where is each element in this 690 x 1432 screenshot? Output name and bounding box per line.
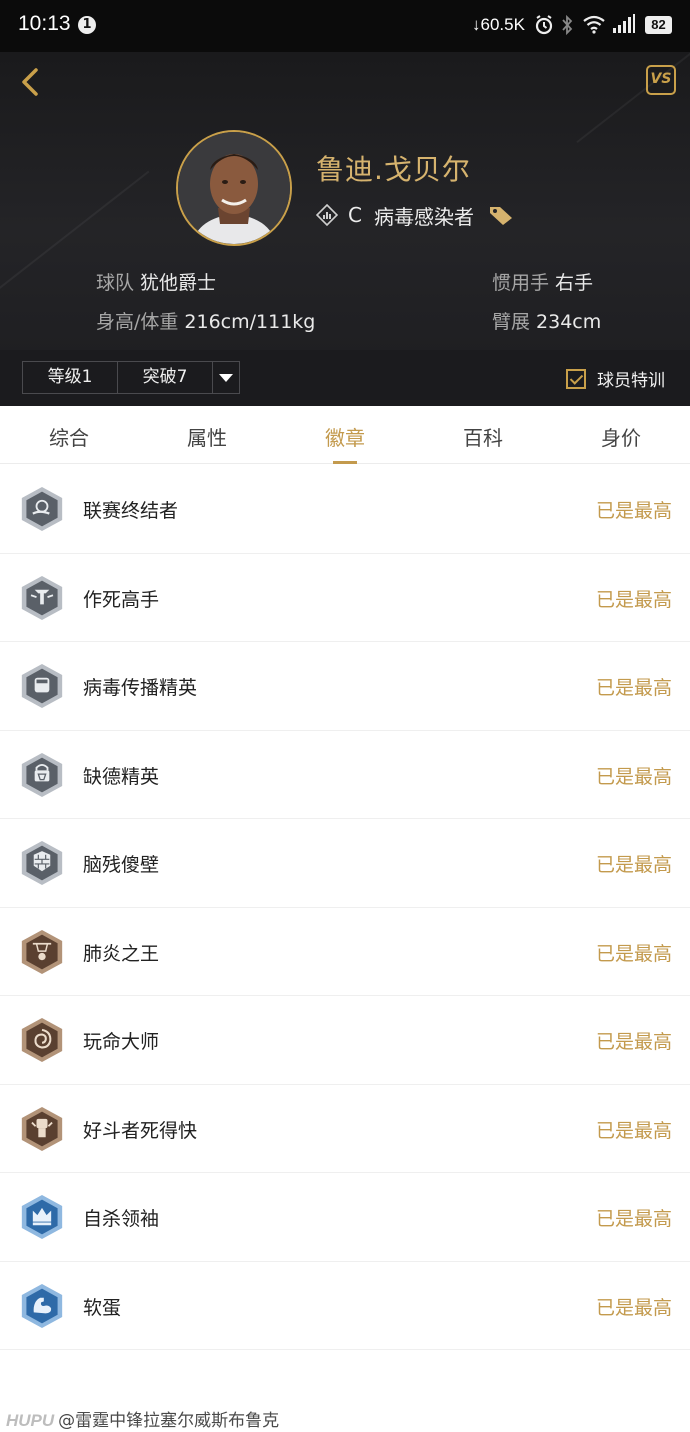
tab-label: 百科: [463, 426, 503, 450]
wingspan-value: 234cm: [536, 311, 602, 333]
hand-info: 惯用手 右手: [492, 268, 593, 295]
tag-icon[interactable]: [488, 204, 514, 226]
hand-label: 惯用手: [492, 272, 550, 294]
wifi-icon: [583, 15, 605, 34]
badge-name: 自杀领袖: [83, 1208, 160, 1230]
dropdown-toggle[interactable]: [213, 362, 239, 393]
player-position: C: [348, 203, 362, 227]
team-value: 犹他爵士: [140, 272, 217, 294]
badge-status: 已是最高: [595, 1208, 672, 1230]
breakthrough-select[interactable]: 突破7: [118, 362, 213, 393]
body-value: 216cm/111kg: [184, 311, 316, 333]
winged-emblem-icon: [21, 575, 63, 620]
brick-wall-icon: [21, 841, 63, 885]
network-speed: ↓60.5K: [472, 15, 525, 34]
body-label: 身高/体重: [96, 311, 179, 333]
wingspan-label: 臂展: [492, 311, 531, 333]
spiral-icon: [21, 1018, 63, 1062]
badge-status: 已是最高: [595, 1031, 672, 1053]
muscle-arm-icon: [21, 1283, 63, 1328]
badge-status: 已是最高: [595, 677, 672, 699]
training-toggle[interactable]: 球员特训: [566, 366, 665, 391]
badge-status: 已是最高: [595, 765, 672, 788]
wingspan-info: 臂展 234cm: [492, 307, 601, 334]
badge-name: 病毒传播精英: [83, 677, 198, 699]
level-select[interactable]: 等级1: [23, 362, 118, 393]
level-selector: 等级1 突破7: [22, 361, 240, 394]
badge-name: 作死高手: [83, 588, 160, 611]
tab-value[interactable]: 身价: [581, 422, 661, 451]
badge-row[interactable]: 肺炎之王 已是最高: [0, 908, 690, 996]
hupu-logo: HUPU: [6, 1411, 55, 1430]
crown-icon: [21, 1195, 63, 1239]
badge-status: 已是最高: [595, 500, 672, 522]
hoop-icon: [21, 929, 63, 974]
lock-hoop-icon: [21, 752, 63, 797]
badge-name: 脑残傻壁: [83, 854, 160, 876]
tab-badges[interactable]: 徽章: [305, 422, 385, 464]
team-info: 球队 犹他爵士: [96, 268, 216, 295]
tab-overview[interactable]: 综合: [29, 422, 109, 451]
caret-down-icon: [219, 374, 233, 382]
signal-icon: [613, 14, 635, 33]
badge-row[interactable]: 自杀领袖 已是最高: [0, 1173, 690, 1262]
body-info: 身高/体重 216cm/111kg: [96, 307, 315, 334]
tab-attributes[interactable]: 属性: [167, 422, 247, 451]
position-row: C 病毒感染者: [316, 202, 514, 229]
basketball-dunk-icon: [21, 487, 63, 531]
badge-name: 联赛终结者: [83, 500, 179, 522]
badge-row[interactable]: 软蛋 已是最高: [0, 1262, 690, 1350]
controls-bar: 等级1 突破7 球员特训: [0, 350, 690, 406]
tab-label: 属性: [187, 426, 227, 450]
badge-list: 联赛终结者 已是最高 作死高手 已是最高 病毒传播精英 已是最高 缺德精英 已是最高 脑残傻壁已…: [0, 465, 690, 1350]
status-time: 10:13: [18, 12, 71, 35]
badge-row[interactable]: 作死高手 已是最高: [0, 554, 690, 642]
tab-active-indicator: [333, 461, 357, 464]
battery-indicator: 82: [645, 16, 672, 34]
hand-value: 右手: [555, 272, 594, 294]
status-bar: 10:13 1 ↓60.5K 82: [0, 0, 690, 52]
badge-row[interactable]: 缺德精英 已是最高: [0, 731, 690, 819]
badge-name: 玩命大师: [83, 1031, 160, 1053]
team-label: 球队: [96, 272, 135, 294]
raised-fist-icon: [21, 1106, 63, 1151]
badge-status: 已是最高: [595, 854, 672, 876]
tab-label: 徽章: [325, 426, 365, 450]
watermark: HUPU @雷霆中锋拉塞尔威斯布鲁克: [6, 1406, 279, 1431]
checkbox-checked-icon[interactable]: [566, 368, 586, 389]
player-role: 病毒感染者: [373, 204, 474, 229]
training-label: 球员特训: [597, 371, 665, 391]
badge-row[interactable]: 好斗者死得快 已是最高: [0, 1085, 690, 1173]
tab-label: 综合: [49, 426, 89, 450]
tab-label: 身价: [601, 426, 641, 450]
player-name: 鲁迪.戈贝尔: [316, 153, 471, 186]
badge-name: 缺德精英: [83, 765, 160, 788]
watermark-text: @雷霆中锋拉塞尔威斯布鲁克: [58, 1411, 280, 1431]
badge-row[interactable]: 脑残傻壁 已是最高: [0, 819, 690, 908]
badge-row[interactable]: 病毒传播精英 已是最高: [0, 642, 690, 731]
vs-compare-button[interactable]: VS: [646, 65, 676, 95]
badge-row[interactable]: 玩命大师 已是最高: [0, 996, 690, 1085]
badge-status: 已是最高: [595, 942, 672, 965]
bluetooth-icon: [562, 14, 573, 36]
alarm-icon: [535, 15, 553, 35]
tab-bar: 综合 属性 徽章 百科 身价: [0, 406, 690, 464]
badge-status: 已是最高: [595, 588, 672, 611]
badge-name: 肺炎之王: [83, 942, 160, 965]
notification-badge: 1: [78, 16, 96, 34]
badge-name: 软蛋: [83, 1296, 122, 1319]
player-header: VS 鲁迪.戈贝尔 C 病毒感染者 球队 犹他爵士 惯用手右手 身高/体重 21…: [0, 52, 690, 406]
fist-icon: [21, 664, 63, 708]
player-portrait: [178, 132, 290, 244]
badge-row[interactable]: 联赛终结者 已是最高: [0, 465, 690, 554]
position-diamond-icon: [316, 204, 338, 226]
player-avatar: [176, 130, 292, 246]
back-arrow-icon[interactable]: [16, 62, 46, 102]
badge-status: 已是最高: [595, 1296, 672, 1319]
badge-status: 已是最高: [595, 1119, 672, 1142]
tab-wiki[interactable]: 百科: [443, 422, 523, 451]
badge-name: 好斗者死得快: [83, 1119, 198, 1142]
